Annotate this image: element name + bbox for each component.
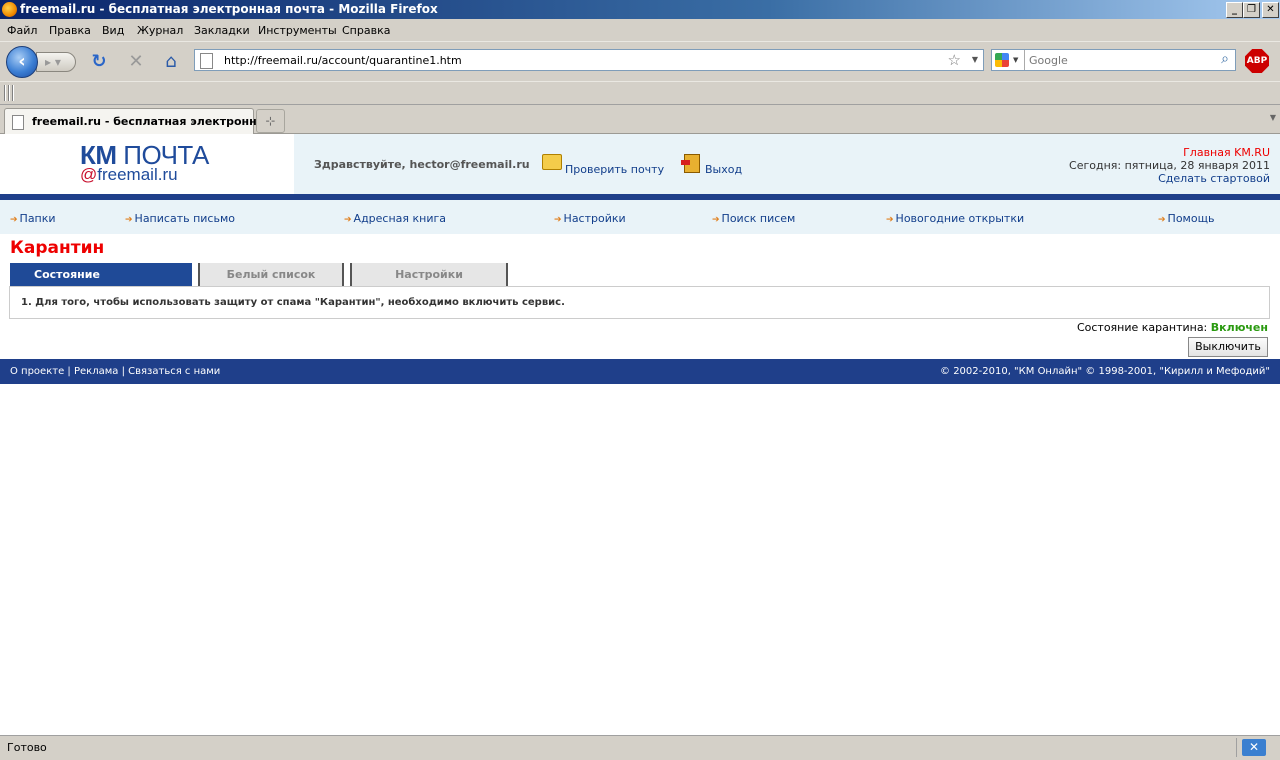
magnifier-icon[interactable]: ⌕ [1221, 51, 1229, 67]
page-icon [200, 53, 213, 69]
site-footer: О проекте | Реклама | Связаться с нами ©… [0, 359, 1280, 384]
footer-about-link[interactable]: О проекте [10, 366, 64, 377]
footer-contact-link[interactable]: Связаться с нами [128, 366, 220, 377]
menu-history[interactable]: Журнал [137, 24, 183, 37]
status-badge: Включен [1210, 321, 1268, 334]
arrow-icon: ➔ [712, 215, 720, 225]
forward-button[interactable]: ▸ ▾ [36, 52, 76, 72]
url-dropdown-icon[interactable]: ▼ [972, 55, 978, 64]
nav-label: Поиск писем [721, 212, 796, 225]
logo-domain-line: @freemail.ru [80, 165, 178, 185]
make-start-link[interactable]: Сделать стартовой [1158, 172, 1270, 185]
arrow-icon: ➔ [344, 215, 352, 225]
toolbar-grip[interactable] [4, 85, 14, 101]
check-mail-link[interactable]: Проверить почту [565, 163, 664, 176]
arrow-icon: ➔ [10, 215, 18, 225]
arrow-icon: ➔ [554, 215, 562, 225]
footer-separator: | [67, 366, 71, 377]
tab-whitelist[interactable]: Белый список [198, 263, 344, 286]
menu-view[interactable]: Вид [102, 24, 124, 37]
minimize-button[interactable]: _ [1226, 2, 1243, 18]
new-tab-button[interactable]: ⊹ [256, 109, 285, 133]
arrow-icon: ➔ [1158, 215, 1166, 225]
tab-status[interactable]: Состояние [10, 263, 192, 286]
nav-label: Написать письмо [134, 212, 235, 225]
search-engine-dropdown-icon[interactable]: ▼ [1013, 56, 1018, 64]
nav-settings[interactable]: ➔ Настройки [554, 212, 626, 225]
search-divider [1024, 50, 1025, 70]
greeting: Здравствуйте, hector@freemail.ru [314, 158, 530, 171]
search-input[interactable]: Google [1029, 54, 1068, 67]
footer-links: О проекте | Реклама | Связаться с нами [10, 366, 220, 377]
firefox-icon [2, 2, 17, 17]
nav-folders[interactable]: ➔ Папки [10, 212, 56, 225]
footer-ads-link[interactable]: Реклама [74, 366, 118, 377]
nav-label: Новогодние открытки [895, 212, 1025, 225]
menu-bookmarks[interactable]: Закладки [194, 24, 250, 37]
info-message: 1. Для того, чтобы использовать защиту о… [21, 297, 565, 308]
bookmark-star-icon[interactable]: ☆ [948, 51, 961, 69]
nav-label: Адресная книга [353, 212, 447, 225]
nav-label: Настройки [563, 212, 626, 225]
date-text: Сегодня: пятница, 28 января 2011 [1069, 159, 1270, 172]
nav-help[interactable]: ➔ Помощь [1158, 212, 1214, 225]
status-text: Готово [7, 741, 47, 754]
site-logo[interactable]: КМ ПОЧТА @freemail.ru [0, 134, 294, 194]
reload-icon[interactable]: ↻ [88, 51, 110, 73]
nav-label: Помощь [1167, 212, 1215, 225]
url-text[interactable]: http://freemail.ru/account/quarantine1.h… [224, 54, 462, 67]
stop-icon[interactable]: ✕ [125, 51, 147, 73]
menu-tools[interactable]: Инструменты [258, 24, 337, 37]
window-title: freemail.ru - бесплатная электронная поч… [20, 2, 438, 16]
nav-label: Папки [19, 212, 56, 225]
tab-bar: freemail.ru - бесплатная электронн... ⊹ … [0, 105, 1280, 134]
nav-compose[interactable]: ➔ Написать письмо [125, 212, 235, 225]
bookmarks-toolbar [0, 81, 1280, 105]
logo-at: @ [80, 165, 98, 184]
arrow-icon: ➔ [886, 215, 894, 225]
page-title: Карантин [10, 238, 105, 258]
tab-quarantine-settings[interactable]: Настройки [350, 263, 508, 286]
search-bar[interactable]: ▼ Google ⌕ [991, 49, 1236, 71]
home-icon[interactable]: ⌂ [160, 51, 182, 73]
close-button[interactable]: ✕ [1262, 2, 1279, 18]
logo-domain: freemail.ru [97, 165, 178, 184]
menu-bar: Файл Правка Вид Журнал Закладки Инструме… [0, 19, 1280, 41]
window-title-bar: freemail.ru - бесплатная электронная поч… [0, 0, 1280, 19]
envelope-icon[interactable] [542, 154, 562, 170]
nav-cards[interactable]: ➔ Новогодние открытки [886, 212, 1024, 225]
footer-copyright: © 2002-2010, "КМ Онлайн" © 1998-2001, "К… [940, 366, 1270, 377]
exit-door-icon[interactable] [681, 154, 700, 173]
menu-edit[interactable]: Правка [49, 24, 91, 37]
status-divider [1236, 738, 1240, 757]
back-arrow-icon: ‹ [18, 51, 26, 72]
footer-separator: | [121, 366, 125, 377]
home-link[interactable]: Главная KM.RU [1183, 146, 1270, 159]
forward-arrow-icon: ▸ ▾ [45, 55, 61, 69]
page-icon [12, 115, 24, 130]
logout-link[interactable]: Выход [705, 163, 742, 176]
google-icon[interactable] [995, 53, 1009, 67]
back-button[interactable]: ‹ [6, 46, 38, 78]
nav-addressbook[interactable]: ➔ Адресная книга [344, 212, 446, 225]
site-nav: ➔ Папки ➔ Написать письмо ➔ Адресная книга … [0, 200, 1280, 234]
addon-status-icon[interactable]: ✕ [1242, 739, 1266, 756]
menu-help[interactable]: Справка [342, 24, 390, 37]
arrow-icon: ➔ [125, 215, 133, 225]
browser-status-bar: Готово ✕ [0, 735, 1280, 760]
url-bar[interactable]: http://freemail.ru/account/quarantine1.h… [194, 49, 984, 71]
tab-freemail[interactable]: freemail.ru - бесплатная электронн... [4, 108, 269, 134]
quarantine-status: Состояние карантина: Включен [1077, 321, 1268, 334]
status-label: Состояние карантина: [1076, 321, 1208, 334]
menu-file[interactable]: Файл [7, 24, 37, 37]
tab-list-dropdown-icon[interactable]: ▼ [1270, 113, 1276, 122]
restore-button[interactable]: ❐ [1243, 2, 1260, 18]
nav-search[interactable]: ➔ Поиск писем [712, 212, 795, 225]
disable-button[interactable]: Выключить [1188, 337, 1268, 357]
tab-label: freemail.ru - бесплатная электронн... [32, 115, 270, 128]
content-panel: 1. Для того, чтобы использовать защиту о… [9, 286, 1270, 319]
